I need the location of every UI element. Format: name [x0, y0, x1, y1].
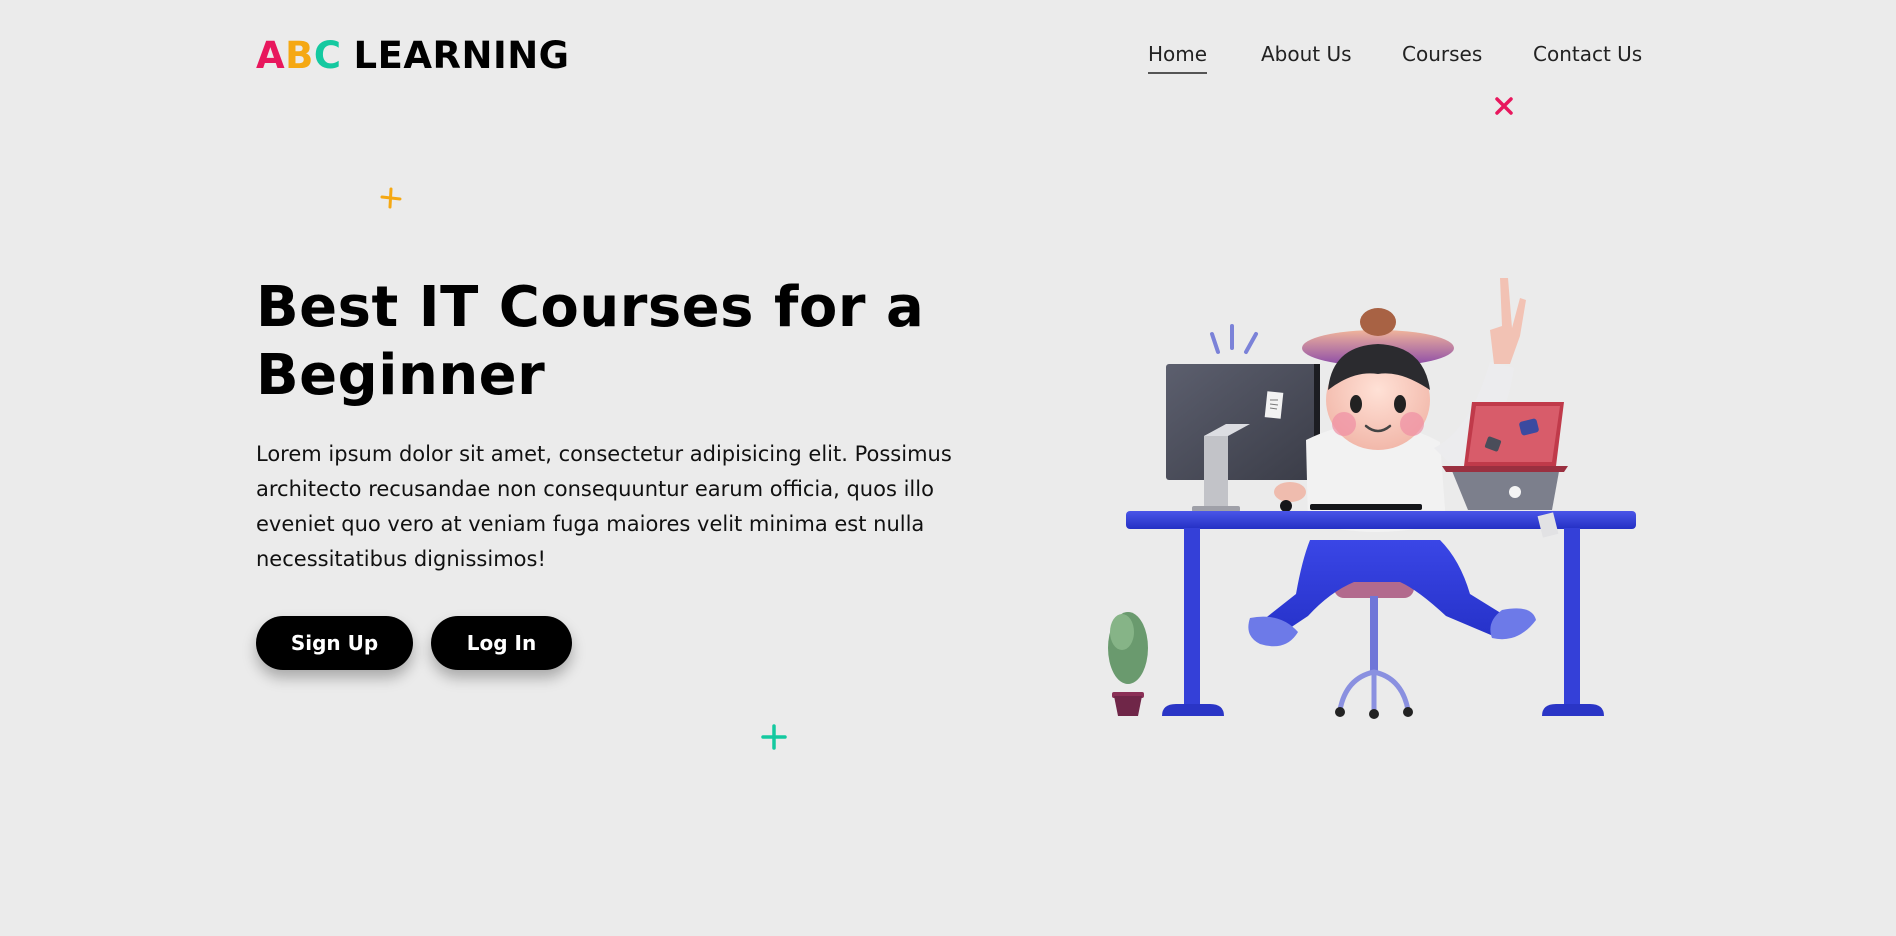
logo-letter-c: C: [313, 34, 342, 77]
pink-x-icon: [1495, 97, 1513, 115]
nav-link-courses[interactable]: Courses: [1402, 42, 1482, 66]
yellow-plus-icon: [380, 187, 402, 209]
plant-icon: [1108, 612, 1148, 716]
nav-link-home[interactable]: Home: [1148, 42, 1208, 74]
logo-letter-b: B: [285, 34, 314, 77]
log-in-button[interactable]: Log In: [431, 616, 572, 670]
logo-word: LEARNING: [353, 34, 570, 77]
keyboard-icon: [1310, 504, 1422, 510]
green-plus-icon: [761, 724, 787, 750]
hero-description: Lorem ipsum dolor sit amet, consectetur …: [256, 442, 952, 571]
logo-letter-a: A: [256, 34, 286, 77]
student-at-desk-illustration: [1108, 278, 1636, 719]
character-head: [1302, 308, 1454, 450]
landing-page: ABC LEARNING Home About Us Courses Contac…: [0, 0, 1896, 936]
hero-title-line-2: Beginner: [256, 343, 546, 408]
hero-title: Best IT Courses for a Beginner: [256, 274, 1016, 410]
chair-icon: [1334, 576, 1414, 719]
sign-up-button[interactable]: Sign Up: [256, 616, 413, 670]
mouse-icon: [1280, 500, 1292, 512]
site-logo[interactable]: ABC LEARNING: [256, 34, 570, 77]
nav-link-about-us[interactable]: About Us: [1261, 42, 1352, 66]
hero-title-line-1: Best IT Courses for a: [256, 275, 925, 340]
nav-link-contact-us[interactable]: Contact Us: [1533, 42, 1642, 66]
